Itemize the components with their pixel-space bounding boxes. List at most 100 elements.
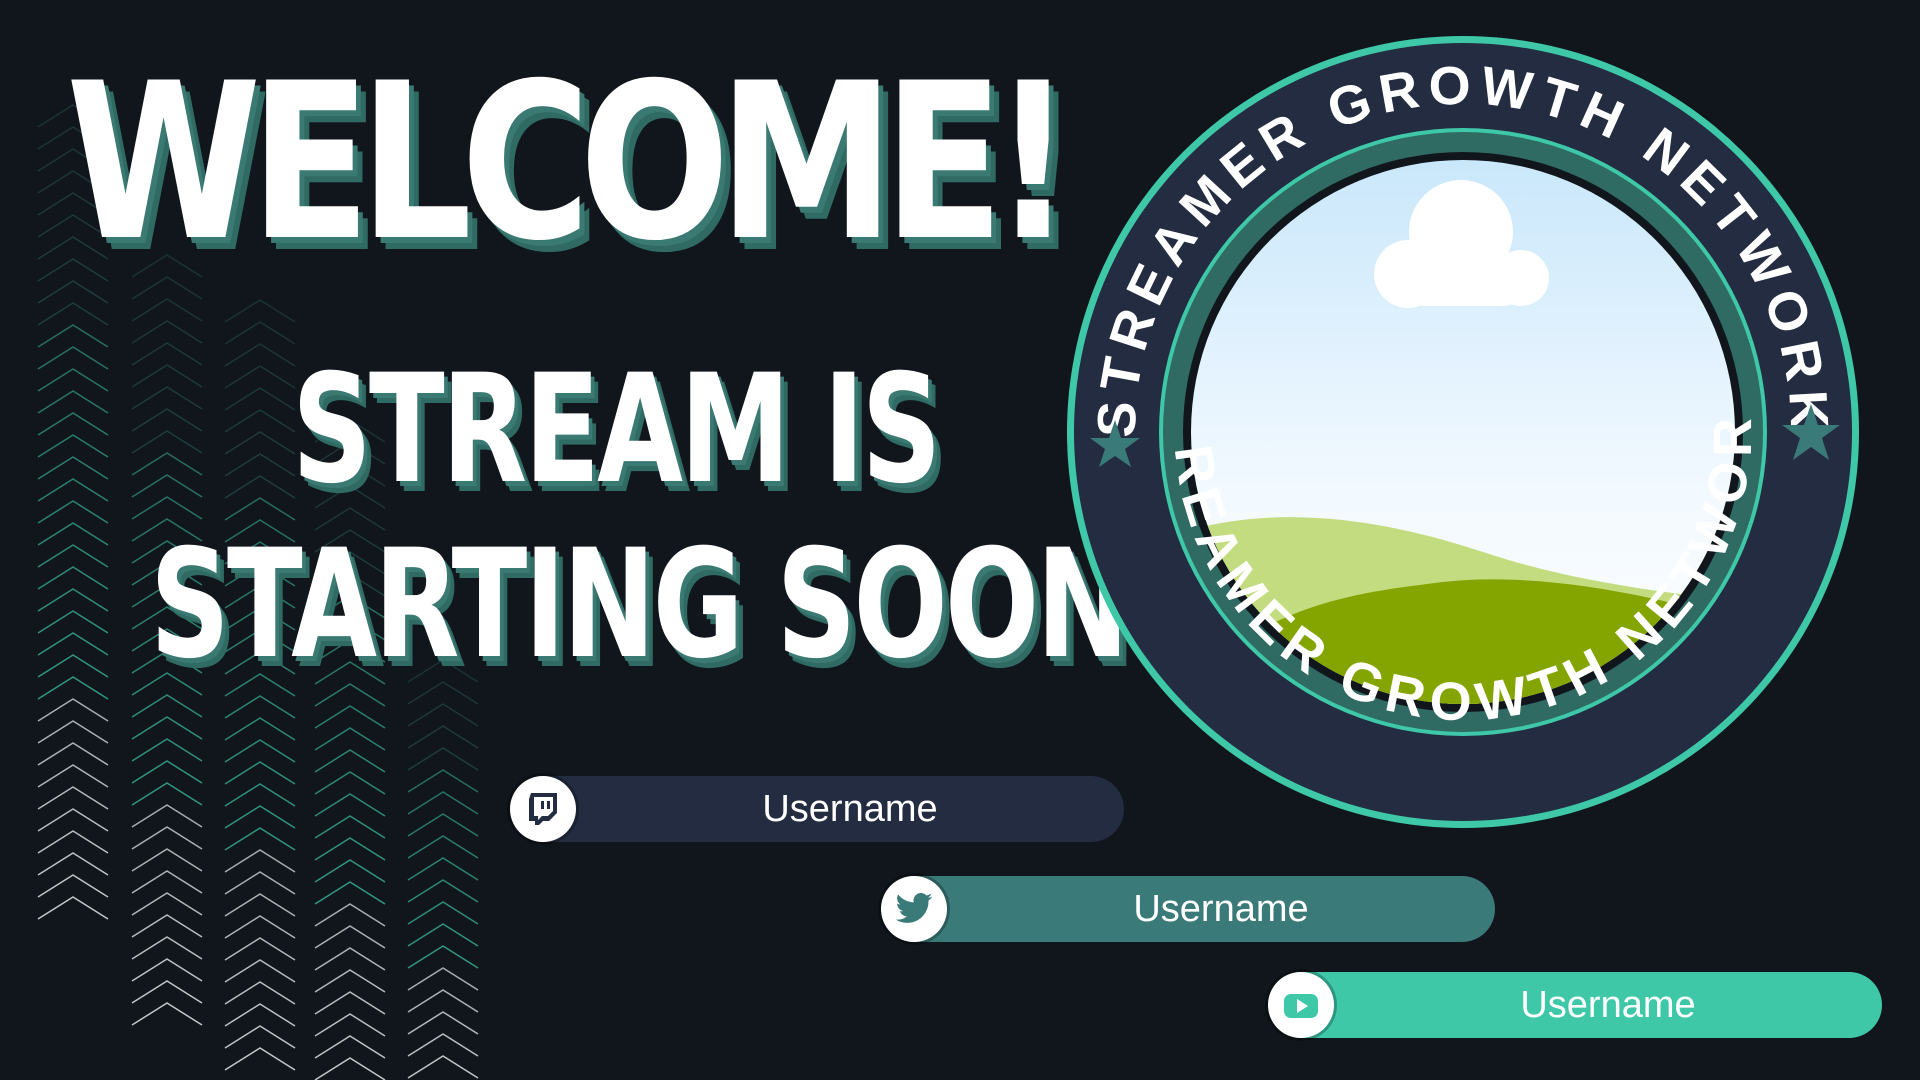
youtube-username-pill[interactable]: Username: [1268, 972, 1882, 1038]
chevron-mark: [131, 298, 203, 322]
chevron-mark: [37, 302, 109, 326]
chevron-mark: [131, 320, 203, 344]
chevron-mark: [407, 879, 479, 903]
chevron-mark: [37, 654, 109, 678]
twitter-icon: [881, 876, 947, 942]
chevron-mark: [37, 456, 109, 480]
youtube-username: Username: [1520, 984, 1696, 1026]
chevron-mark: [131, 430, 203, 454]
chevron-mark: [224, 299, 296, 323]
chevron-mark: [407, 1055, 479, 1079]
chevron-mark: [37, 324, 109, 348]
chevron-mark: [131, 782, 203, 806]
chevron-mark: [131, 848, 203, 872]
chevron-mark: [224, 849, 296, 873]
chevron-mark: [224, 1025, 296, 1049]
chevron-mark: [131, 760, 203, 784]
chevron-mark: [131, 804, 203, 828]
chevron-mark: [37, 390, 109, 414]
chevron-mark: [37, 610, 109, 634]
chevron-mark: [37, 874, 109, 898]
chevron-mark: [224, 915, 296, 939]
chevron-mark: [224, 497, 296, 521]
chevron-mark: [37, 412, 109, 436]
chevron-mark: [37, 434, 109, 458]
chevron-mark: [314, 1057, 386, 1080]
chevron-mark: [224, 739, 296, 763]
twitch-username-pill[interactable]: Username: [510, 776, 1124, 842]
chevron-mark: [224, 453, 296, 477]
chevron-mark: [37, 522, 109, 546]
chevron-mark: [37, 500, 109, 524]
chevron-mark: [407, 923, 479, 947]
chevron-mark: [37, 852, 109, 876]
chevron-mark: [131, 936, 203, 960]
chevron-mark: [224, 387, 296, 411]
chevron-mark: [407, 791, 479, 815]
chevron-mark: [224, 893, 296, 917]
chevron-mark: [407, 813, 479, 837]
chevron-mark: [407, 901, 479, 925]
chevron-mark: [37, 368, 109, 392]
chevron-mark: [314, 1013, 386, 1037]
chevron-mark: [314, 837, 386, 861]
chevron-mark: [37, 808, 109, 832]
chevron-mark: [37, 566, 109, 590]
chevron-mark: [224, 959, 296, 983]
chevron-mark: [37, 764, 109, 788]
chevron-mark: [131, 342, 203, 366]
chevron-mark: [37, 698, 109, 722]
chevron-mark: [37, 676, 109, 700]
chevron-mark: [131, 958, 203, 982]
chevron-mark: [314, 815, 386, 839]
chevron-mark: [224, 827, 296, 851]
chevron-mark: [314, 991, 386, 1015]
chevron-mark: [407, 703, 479, 727]
chevron-mark: [314, 903, 386, 927]
chevron-mark: [407, 747, 479, 771]
chevron-mark: [224, 937, 296, 961]
chevron-mark: [314, 881, 386, 905]
chevron-mark: [314, 969, 386, 993]
chevron-mark: [131, 826, 203, 850]
twitch-icon: [510, 776, 576, 842]
chevron-mark: [314, 749, 386, 773]
chevron-mark: [314, 705, 386, 729]
chevron-mark: [314, 727, 386, 751]
chevron-mark: [37, 830, 109, 854]
chevron-mark: [224, 981, 296, 1005]
streamer-growth-network-badge: STREAMER GROWTH NETWORK STREAMER GROWTH …: [1063, 32, 1859, 828]
chevron-mark: [224, 717, 296, 741]
chevron-mark: [407, 967, 479, 991]
chevron-mark: [407, 725, 479, 749]
welcome-title: WELCOME!: [66, 37, 1073, 288]
chevron-mark: [131, 364, 203, 388]
twitter-username-pill[interactable]: Username: [881, 876, 1495, 942]
chevron-mark: [37, 544, 109, 568]
chevron-mark: [37, 478, 109, 502]
chevron-mark: [131, 496, 203, 520]
starting-soon-line2: STARTING SOON!: [150, 518, 1177, 692]
chevron-mark: [314, 947, 386, 971]
chevron-mark: [407, 1033, 479, 1057]
chevron-mark: [131, 716, 203, 740]
chevron-mark: [37, 896, 109, 920]
chevron-mark: [224, 409, 296, 433]
chevron-mark: [407, 857, 479, 881]
chevron-mark: [314, 859, 386, 883]
chevron-mark: [131, 980, 203, 1004]
chevron-mark: [131, 892, 203, 916]
chevron-mark: [37, 742, 109, 766]
chevron-mark: [224, 475, 296, 499]
chevron-mark: [131, 452, 203, 476]
chevron-mark: [314, 771, 386, 795]
chevron-mark: [37, 588, 109, 612]
chevron-mark: [224, 805, 296, 829]
chevron-mark: [131, 386, 203, 410]
chevron-mark: [314, 793, 386, 817]
chevron-mark: [131, 870, 203, 894]
chevron-mark: [224, 431, 296, 455]
chevron-mark: [224, 343, 296, 367]
overlay-scene: WELCOME! STREAM IS STARTING SOON! STREAM…: [0, 0, 1920, 1080]
chevron-mark: [37, 346, 109, 370]
